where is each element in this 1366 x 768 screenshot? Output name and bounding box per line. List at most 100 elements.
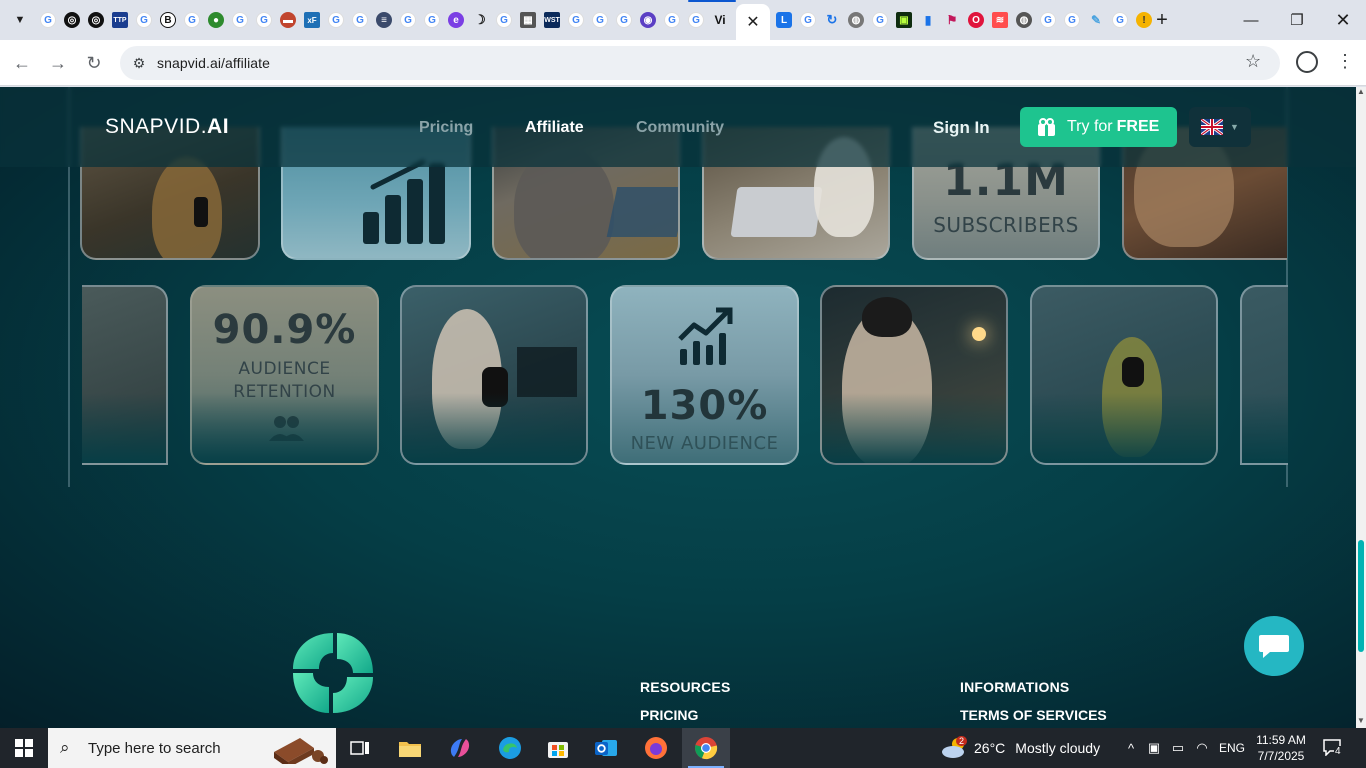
- page-scrollbar[interactable]: ▲ ▼: [1356, 87, 1366, 728]
- wifi-icon[interactable]: ◠: [1190, 740, 1214, 756]
- edge-icon[interactable]: [486, 728, 534, 768]
- logo-bold-text: AI: [207, 115, 230, 138]
- tab-google-10[interactable]: G: [492, 8, 516, 32]
- chat-button[interactable]: [1244, 616, 1304, 676]
- firefox-icon[interactable]: [632, 728, 680, 768]
- language-selector[interactable]: ▼: [1189, 107, 1251, 147]
- tab-google-4[interactable]: G: [228, 8, 252, 32]
- gift-icon: [1038, 118, 1055, 136]
- tab-google-13[interactable]: G: [612, 8, 636, 32]
- clock[interactable]: 11:59 AM 7/7/2025: [1250, 732, 1312, 764]
- tab-globe-green[interactable]: ●: [204, 8, 228, 32]
- tab-b[interactable]: B: [156, 8, 180, 32]
- forward-arrow-icon[interactable]: →: [46, 51, 70, 75]
- site-info-icon[interactable]: ⚙: [128, 52, 150, 74]
- tab-spiral[interactable]: ↻: [820, 8, 844, 32]
- windows-start-icon[interactable]: [0, 728, 48, 768]
- tab-globe-2[interactable]: ◍: [1012, 8, 1036, 32]
- tab-google-7[interactable]: G: [348, 8, 372, 32]
- copilot-icon[interactable]: [436, 728, 484, 768]
- tab-chart[interactable]: ▮: [916, 8, 940, 32]
- tab-google-2[interactable]: G: [132, 8, 156, 32]
- close-window-icon[interactable]: ✕: [1328, 6, 1358, 34]
- reload-icon[interactable]: ↻: [82, 51, 106, 75]
- tab-vi[interactable]: Vi: [708, 8, 732, 32]
- tab-stripes[interactable]: ≋: [988, 8, 1012, 32]
- resources-heading: RESOURCES: [640, 679, 731, 695]
- tab-ttp[interactable]: TTP: [108, 8, 132, 32]
- tab-green-square[interactable]: ▣: [892, 8, 916, 32]
- tab-pen[interactable]: ✎: [1084, 8, 1108, 32]
- restore-icon[interactable]: ❐: [1282, 6, 1312, 34]
- minimize-icon[interactable]: —: [1236, 6, 1266, 34]
- scroll-down-arrow-icon[interactable]: ▼: [1357, 716, 1365, 725]
- outlook-icon[interactable]: [582, 728, 630, 768]
- tab-google-19[interactable]: G: [1060, 8, 1084, 32]
- tab-flag[interactable]: ⚑: [940, 8, 964, 32]
- tab-google-8[interactable]: G: [396, 8, 420, 32]
- profile-avatar-icon[interactable]: [1296, 51, 1318, 73]
- language-indicator[interactable]: ENG: [1214, 741, 1250, 755]
- tab-e-purple[interactable]: e: [444, 8, 468, 32]
- active-tab-indicator: [688, 0, 736, 2]
- chrome-icon[interactable]: [682, 728, 730, 768]
- tab-globe-1[interactable]: ◍: [844, 8, 868, 32]
- notification-icon[interactable]: 4: [1322, 738, 1346, 758]
- address-bar[interactable]: ⚙ snapvid.ai/affiliate: [120, 46, 1280, 80]
- tab-google-6[interactable]: G: [324, 8, 348, 32]
- tab-stack[interactable]: ≡: [372, 8, 396, 32]
- active-tab-close-icon[interactable]: ✕: [736, 4, 770, 40]
- battery-icon[interactable]: ▭: [1166, 740, 1190, 756]
- retention-stat-card: 90.9% AUDIENCE RETENTION: [190, 285, 379, 465]
- tab-google-5[interactable]: G: [252, 8, 276, 32]
- tab-opera[interactable]: O: [964, 8, 988, 32]
- meet-now-icon[interactable]: ▣: [1142, 740, 1166, 756]
- tab-wst[interactable]: WST: [540, 8, 564, 32]
- tab-xf[interactable]: xF: [300, 8, 324, 32]
- tab-openai-1[interactable]: ◎: [60, 8, 84, 32]
- tab-google-3[interactable]: G: [180, 8, 204, 32]
- scroll-up-arrow-icon[interactable]: ▲: [1357, 87, 1365, 96]
- browser-menu-icon[interactable]: ⋮: [1336, 51, 1354, 72]
- man-headphones-photo-card: [820, 285, 1008, 465]
- tab-google-14[interactable]: G: [660, 8, 684, 32]
- file-explorer-icon[interactable]: [386, 728, 434, 768]
- chevron-up-icon[interactable]: ^: [1120, 741, 1142, 756]
- footer-pricing-link[interactable]: PRICING: [640, 707, 698, 723]
- tab-google-15[interactable]: G: [684, 8, 708, 32]
- sign-in-link[interactable]: Sign In: [933, 118, 990, 138]
- footer-terms-link[interactable]: TERMS OF SERVICES: [960, 707, 1107, 723]
- tab-search-chevron-icon[interactable]: ▼: [8, 8, 32, 32]
- tab-burger[interactable]: ▬: [276, 8, 300, 32]
- tab-windows[interactable]: ▦: [516, 8, 540, 32]
- tab-l-blue[interactable]: L: [772, 8, 796, 32]
- tab-google-12[interactable]: G: [588, 8, 612, 32]
- site-logo[interactable]: SNAPVID.AI: [105, 115, 229, 139]
- tab-google-20[interactable]: G: [1108, 8, 1132, 32]
- tab-google-18[interactable]: G: [1036, 8, 1060, 32]
- tab-moon[interactable]: ☽: [468, 8, 492, 32]
- taskbar-search-box[interactable]: ⌕ Type here to search: [48, 728, 336, 768]
- url-text[interactable]: snapvid.ai/affiliate: [157, 55, 270, 71]
- try-free-button[interactable]: Try for FREE: [1020, 107, 1177, 147]
- microsoft-store-icon[interactable]: [534, 728, 582, 768]
- back-arrow-icon[interactable]: ←: [10, 51, 34, 75]
- retention-label-1: AUDIENCE: [238, 359, 331, 379]
- new-tab-button[interactable]: +: [1150, 8, 1174, 32]
- tab-google-9[interactable]: G: [420, 8, 444, 32]
- nav-pricing[interactable]: Pricing: [419, 119, 473, 137]
- tab-google-11[interactable]: G: [564, 8, 588, 32]
- bookmark-star-icon[interactable]: ☆: [1245, 51, 1261, 72]
- task-view-icon[interactable]: [336, 728, 384, 768]
- tab-google-16[interactable]: G: [796, 8, 820, 32]
- nav-affiliate[interactable]: Affiliate: [525, 119, 584, 137]
- weather-widget[interactable]: 2 26°C Mostly cloudy: [940, 728, 1100, 768]
- tab-google-1[interactable]: G: [36, 8, 60, 32]
- pinned-tabs: G ◎ ◎ TTP G B G ● G G ▬ xF G G ≡ G G e ☽…: [36, 8, 756, 32]
- nav-community[interactable]: Community: [636, 119, 724, 137]
- tab-ring[interactable]: ◉: [636, 8, 660, 32]
- tab-google-17[interactable]: G: [868, 8, 892, 32]
- scroll-thumb[interactable]: [1358, 540, 1364, 652]
- trend-up-icon: [678, 307, 733, 365]
- tab-openai-2[interactable]: ◎: [84, 8, 108, 32]
